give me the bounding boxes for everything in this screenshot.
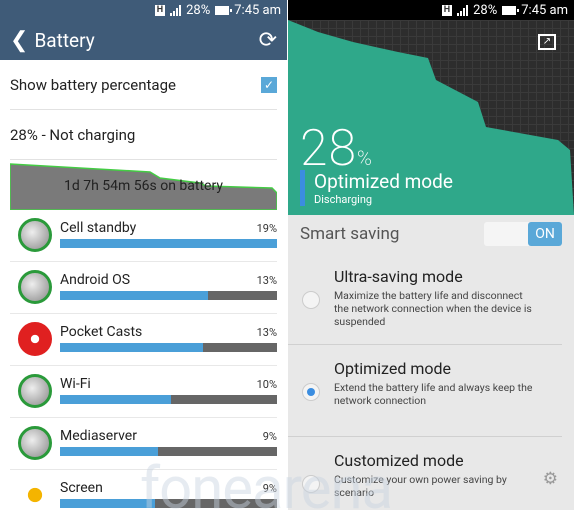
usage-bar bbox=[60, 291, 277, 300]
usage-bar bbox=[60, 343, 277, 352]
media-icon bbox=[18, 426, 52, 460]
option-description: Extend the battery life and always keep … bbox=[334, 381, 533, 407]
option-title: Optimized mode bbox=[334, 359, 451, 378]
charge-status: 28% - Not charging bbox=[10, 125, 136, 144]
option-description: Maximize the battery life and disconnect… bbox=[334, 289, 532, 328]
app-bar: ❮ Battery ⟳ bbox=[0, 20, 287, 60]
app-name: Android OS bbox=[60, 272, 131, 288]
screen-icon bbox=[18, 478, 52, 510]
app-name: Screen bbox=[60, 480, 103, 496]
signal-icon bbox=[18, 218, 52, 252]
usage-bar-fill bbox=[60, 291, 208, 300]
status-bar-right: H 28% 7:45 am bbox=[288, 0, 574, 20]
battery-settings-panel: H 28% 7:45 am ❮ Battery ⟳ Show battery p… bbox=[0, 0, 287, 510]
app-usage-row[interactable]: Cell standby 19% bbox=[10, 210, 277, 262]
toggle-state: ON bbox=[528, 222, 562, 246]
battery-percent: 28% bbox=[186, 2, 211, 18]
battery-level-chart: ↗ 28% Optimized mode Discharging bbox=[288, 20, 574, 215]
charge-status-row: 28% - Not charging bbox=[10, 110, 277, 160]
status-bar: H 28% 7:45 am bbox=[0, 0, 287, 20]
mode-title: Optimized mode bbox=[314, 170, 453, 193]
usage-bar-fill bbox=[60, 239, 277, 248]
show-percentage-row[interactable]: Show battery percentage ✓ bbox=[10, 60, 277, 110]
battery-history-graph[interactable]: 1d 7h 54m 56s on battery bbox=[10, 160, 277, 210]
show-percentage-label: Show battery percentage bbox=[10, 75, 176, 94]
network-icon: H bbox=[441, 4, 453, 16]
usage-bar-fill bbox=[60, 499, 156, 508]
android-icon bbox=[18, 270, 52, 304]
mode-radio[interactable] bbox=[302, 291, 320, 309]
graph-label: 1d 7h 54m 56s on battery bbox=[64, 178, 223, 194]
pocket-casts-icon bbox=[18, 322, 52, 356]
app-usage-row[interactable]: Mediaserver 9% bbox=[10, 418, 277, 470]
app-percent: 13% bbox=[256, 274, 277, 287]
battery-percent: 28% bbox=[473, 2, 498, 18]
battery-icon bbox=[502, 5, 520, 15]
app-percent: 13% bbox=[256, 326, 277, 339]
smart-saving-row: Smart saving ON bbox=[288, 215, 574, 253]
mode-radio[interactable] bbox=[302, 383, 320, 401]
option-title: Customized mode bbox=[334, 451, 464, 470]
network-icon: H bbox=[154, 4, 166, 16]
app-percent: 9% bbox=[262, 482, 277, 495]
smart-saving-label: Smart saving bbox=[300, 224, 400, 244]
battery-icon bbox=[215, 5, 233, 15]
app-name: Wi-Fi bbox=[60, 376, 91, 392]
clock: 7:45 am bbox=[234, 2, 281, 18]
app-usage-row[interactable]: Wi-Fi 10% bbox=[10, 366, 277, 418]
chart-toggle-icon[interactable]: ↗ bbox=[538, 34, 556, 50]
signal-icon bbox=[170, 4, 182, 16]
app-name: Pocket Casts bbox=[60, 324, 143, 340]
usage-bar bbox=[60, 499, 277, 508]
usage-bar-fill bbox=[60, 447, 158, 456]
usage-bar bbox=[60, 447, 277, 456]
app-name: Cell standby bbox=[60, 220, 137, 236]
refresh-icon[interactable]: ⟳ bbox=[259, 28, 277, 53]
app-usage-row[interactable]: Screen 9% bbox=[10, 470, 277, 510]
power-mode-option[interactable]: Optimized mode Extend the battery life a… bbox=[288, 345, 562, 437]
wifi-icon bbox=[18, 374, 52, 408]
usage-bar-fill bbox=[60, 343, 204, 352]
page-title: Battery bbox=[34, 28, 95, 52]
app-percent: 9% bbox=[262, 430, 277, 443]
power-mode-option[interactable]: Customized mode Customize your own power… bbox=[288, 437, 562, 510]
mode-radio[interactable] bbox=[302, 475, 320, 493]
app-usage-row[interactable]: Pocket Casts 13% bbox=[10, 314, 277, 366]
app-percent: 10% bbox=[256, 378, 277, 391]
current-mode: Optimized mode Discharging bbox=[300, 170, 453, 206]
signal-icon bbox=[457, 4, 469, 16]
back-icon[interactable]: ❮ bbox=[10, 28, 28, 53]
show-percentage-checkbox[interactable]: ✓ bbox=[261, 76, 277, 93]
usage-bar-fill bbox=[60, 395, 171, 404]
smart-saving-toggle[interactable]: ON bbox=[484, 222, 562, 246]
usage-bar bbox=[60, 395, 277, 404]
clock: 7:45 am bbox=[521, 2, 568, 18]
option-title: Ultra-saving mode bbox=[334, 267, 463, 286]
mode-state: Discharging bbox=[314, 193, 373, 206]
app-percent: 19% bbox=[256, 222, 277, 235]
power-mode-option[interactable]: Ultra-saving mode Maximize the battery l… bbox=[288, 253, 562, 345]
option-description: Customize your own power saving by scena… bbox=[334, 473, 507, 499]
app-name: Mediaserver bbox=[60, 428, 137, 444]
app-usage-row[interactable]: Android OS 13% bbox=[10, 262, 277, 314]
percent-sign: % bbox=[357, 146, 373, 170]
gear-icon[interactable]: ⚙ bbox=[543, 469, 558, 489]
usage-bar bbox=[60, 239, 277, 248]
power-saver-panel: H 28% 7:45 am ↗ 28% Optimized mode Disch… bbox=[288, 0, 574, 510]
